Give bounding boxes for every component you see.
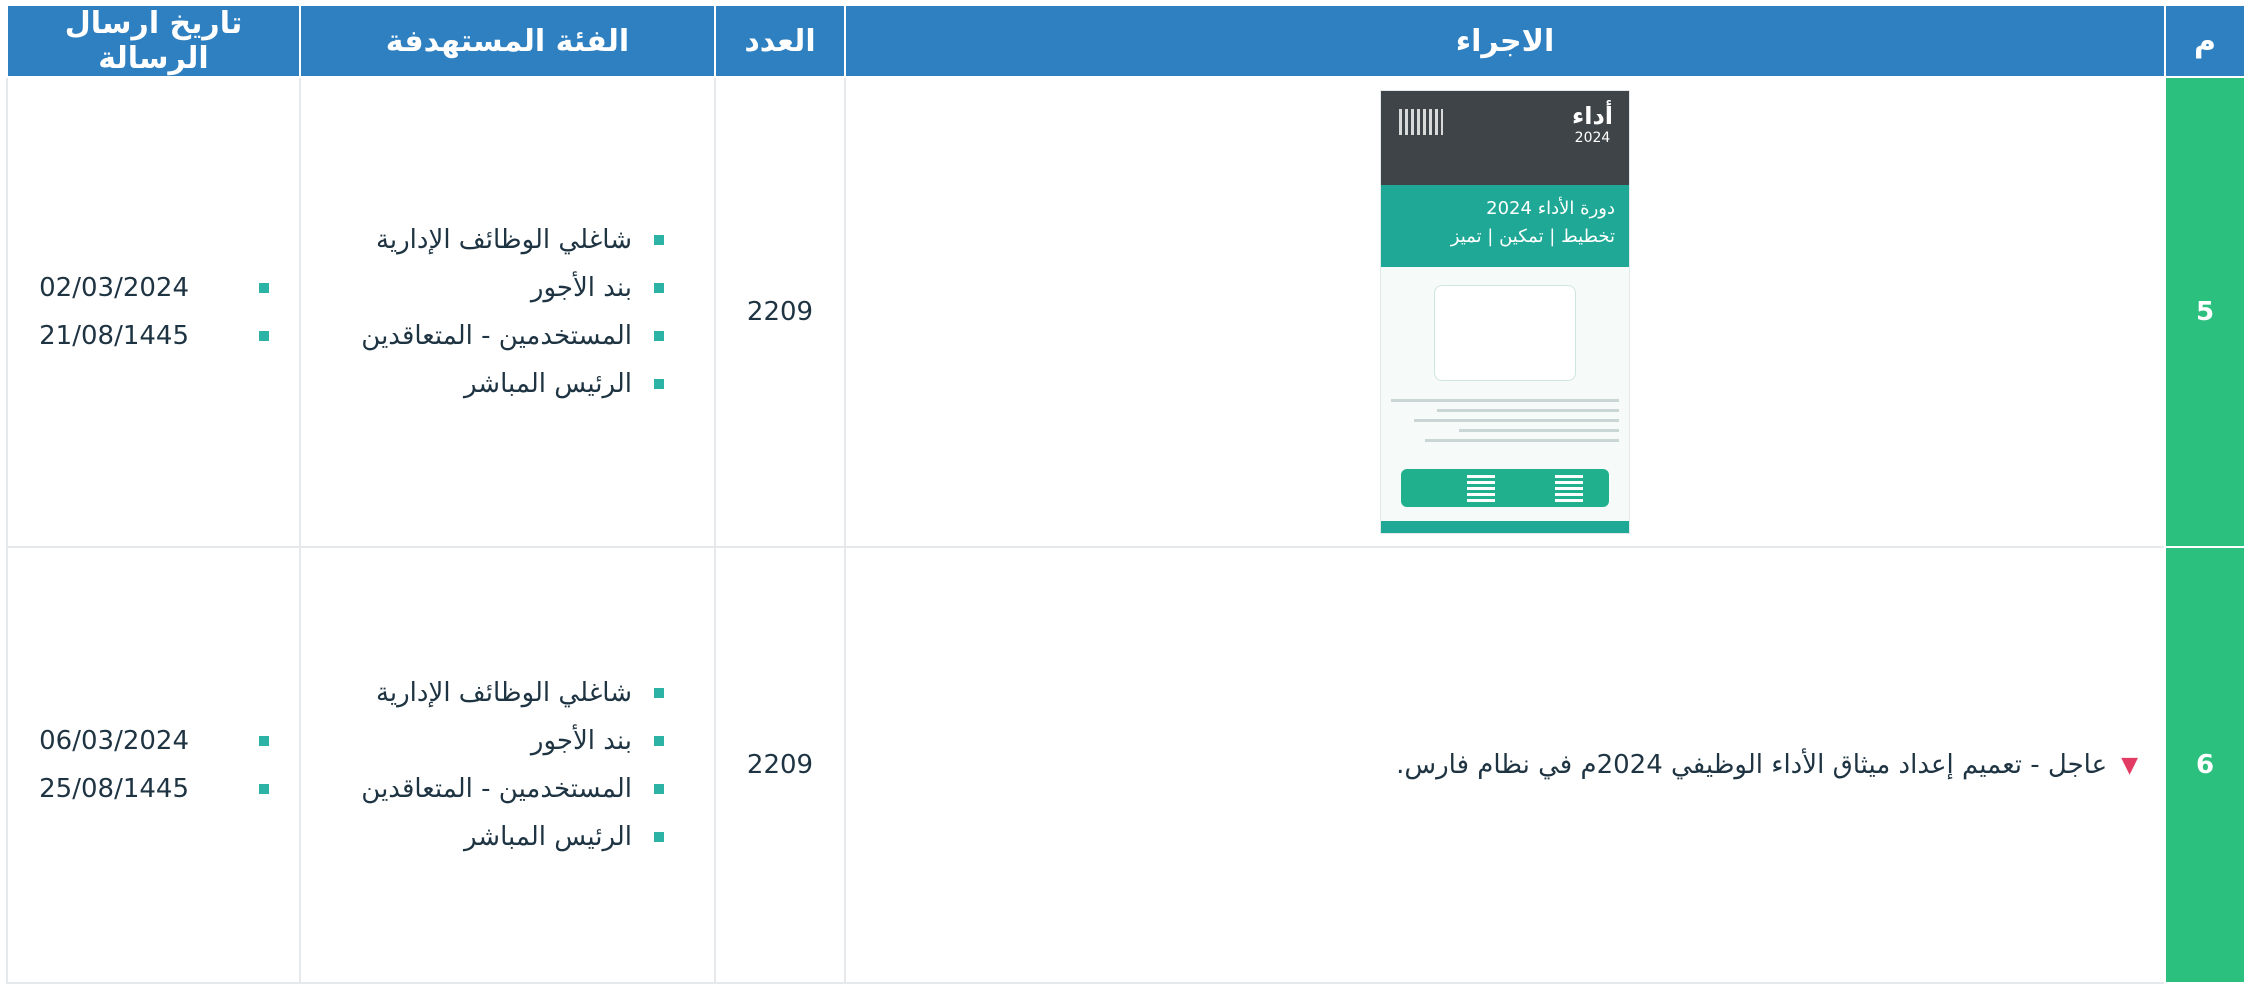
poster-footer: [1381, 521, 1629, 533]
list-item: بند الأجور: [361, 717, 664, 765]
action-cell: أداء 2024 دورة الأداء 2024 تخطيط | تمكين…: [844, 76, 2166, 548]
ministry-logo-icon: [1399, 109, 1443, 135]
list-item: الرئيس المباشر: [361, 813, 664, 861]
square-bullet-icon: [654, 832, 664, 842]
target-list: شاغلي الوظائف الإدارية بند الأجور المستخ…: [361, 669, 664, 861]
poster-header: أداء 2024: [1381, 91, 1629, 185]
list-item: شاغلي الوظائف الإدارية: [361, 216, 664, 264]
table-row[interactable]: 6 ▼ عاجل - تعميم إعداد ميثاق الأداء الوظ…: [6, 546, 2244, 984]
list-item: المستخدمين - المتعاقدين: [361, 765, 664, 813]
action-item[interactable]: ▼ عاجل - تعميم إعداد ميثاق الأداء الوظيف…: [846, 750, 2164, 780]
header-date[interactable]: تاريخ ارسال الرسالة: [6, 4, 301, 78]
square-bullet-icon: [259, 784, 269, 794]
count-cell: 2209: [714, 546, 846, 984]
list-item: بند الأجور: [361, 264, 664, 312]
square-bullet-icon: [259, 331, 269, 341]
target-cell: شاغلي الوظائف الإدارية بند الأجور المستخ…: [299, 76, 716, 548]
header-count[interactable]: العدد: [714, 4, 846, 78]
list-item: 21/08/1445: [39, 312, 269, 360]
table-header-row: م الاجراء العدد الفئة المستهدفة تاريخ ار…: [6, 4, 2244, 78]
target-list: شاغلي الوظائف الإدارية بند الأجور المستخ…: [361, 216, 664, 408]
table-row[interactable]: 5 أداء 2024 دورة الأداء 2024 تخطيط | تمك…: [6, 76, 2244, 548]
poster-logo: أداء 2024: [1571, 102, 1613, 146]
action-cell: ▼ عاجل - تعميم إعداد ميثاق الأداء الوظيف…: [844, 546, 2166, 984]
list-item: 25/08/1445: [39, 765, 269, 813]
date-cell: 02/03/2024 21/08/1445: [6, 76, 301, 548]
row-number: 6: [2164, 546, 2244, 984]
square-bullet-icon: [654, 688, 664, 698]
square-bullet-icon: [654, 736, 664, 746]
list-item: الرئيس المباشر: [361, 360, 664, 408]
date-cell: 06/03/2024 25/08/1445: [6, 546, 301, 984]
header-target[interactable]: الفئة المستهدفة: [299, 4, 716, 78]
count-cell: 2209: [714, 76, 846, 548]
list-item: شاغلي الوظائف الإدارية: [361, 669, 664, 717]
date-list: 06/03/2024 25/08/1445: [39, 717, 269, 813]
poster-qr-codes: [1401, 469, 1609, 507]
poster-banner: دورة الأداء 2024 تخطيط | تمكين | تميز: [1381, 185, 1629, 267]
list-item: 06/03/2024: [39, 717, 269, 765]
action-text[interactable]: عاجل - تعميم إعداد ميثاق الأداء الوظيفي …: [1396, 750, 2107, 780]
action-poster-image[interactable]: أداء 2024 دورة الأداء 2024 تخطيط | تمكين…: [1380, 90, 1630, 534]
data-table-container: م الاجراء العدد الفئة المستهدفة تاريخ ار…: [6, 4, 2244, 984]
poster-card: [1434, 285, 1576, 381]
square-bullet-icon: [654, 784, 664, 794]
square-bullet-icon: [654, 379, 664, 389]
list-item: 02/03/2024: [39, 264, 269, 312]
date-list: 02/03/2024 21/08/1445: [39, 264, 269, 360]
target-cell: شاغلي الوظائف الإدارية بند الأجور المستخ…: [299, 546, 716, 984]
square-bullet-icon: [654, 283, 664, 293]
square-bullet-icon: [259, 736, 269, 746]
header-num[interactable]: م: [2164, 4, 2244, 78]
list-item: المستخدمين - المتعاقدين: [361, 312, 664, 360]
messages-table: م الاجراء العدد الفئة المستهدفة تاريخ ار…: [6, 4, 2244, 984]
square-bullet-icon: [259, 283, 269, 293]
square-bullet-icon: [654, 331, 664, 341]
expand-triangle-icon[interactable]: ▼: [2121, 753, 2138, 778]
row-number: 5: [2164, 76, 2244, 548]
square-bullet-icon: [654, 235, 664, 245]
header-action[interactable]: الاجراء: [844, 4, 2166, 78]
poster-text-lines: [1391, 399, 1619, 442]
